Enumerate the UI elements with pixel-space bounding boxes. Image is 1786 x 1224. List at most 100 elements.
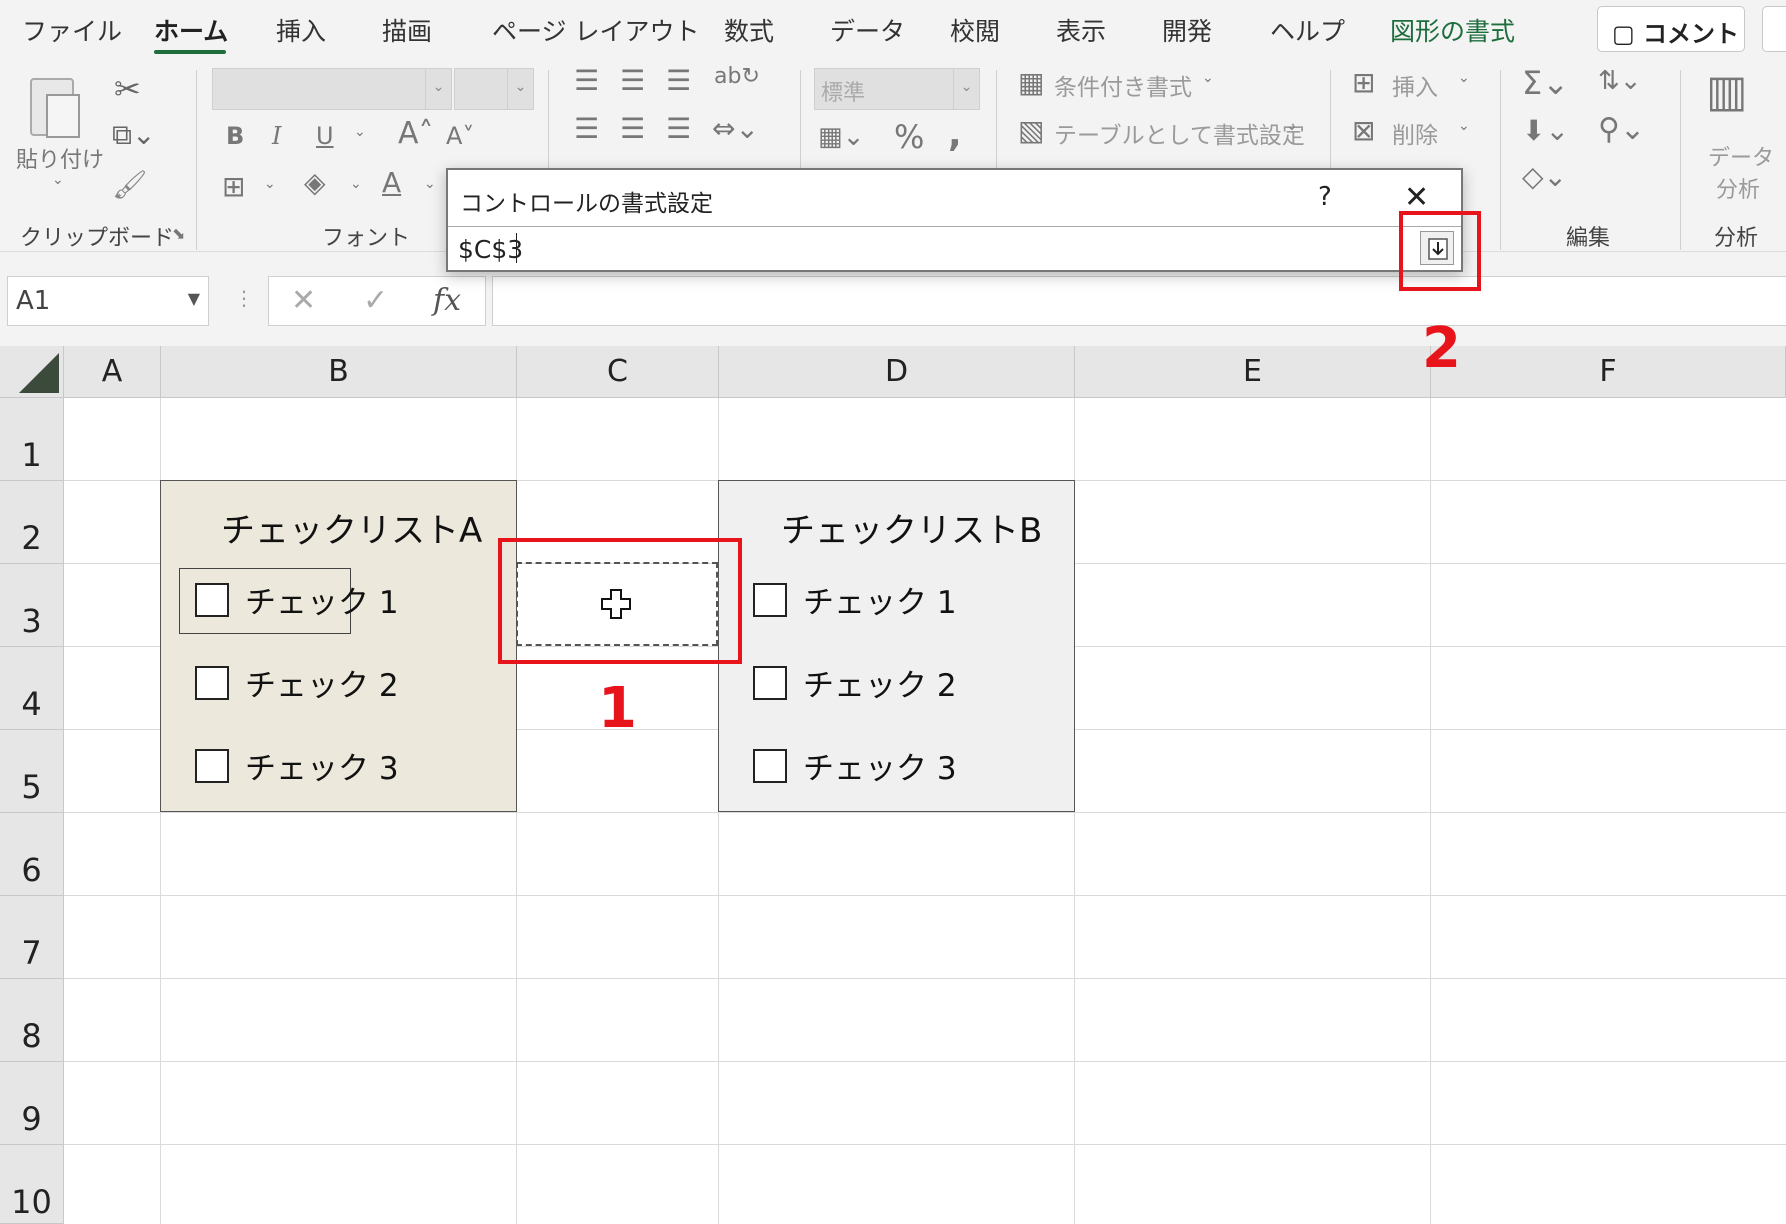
function-icon[interactable]: fx: [433, 283, 461, 318]
tab-insert[interactable]: 挿入: [276, 12, 326, 48]
enter-icon[interactable]: ✓: [363, 283, 388, 318]
format-painter-icon[interactable]: 🖌: [112, 168, 148, 201]
find-icon[interactable]: ⚲⌄: [1598, 112, 1645, 147]
column-header-d[interactable]: D: [719, 346, 1075, 398]
select-all-corner[interactable]: [0, 346, 64, 398]
font-color-icon[interactable]: A: [382, 166, 401, 199]
insert-cells-icon[interactable]: ⊞: [1352, 66, 1375, 99]
conditional-format-label[interactable]: 条件付き書式: [1054, 68, 1192, 102]
tab-developer[interactable]: 開発: [1162, 12, 1212, 48]
insert-cells-label[interactable]: 挿入: [1392, 68, 1438, 102]
close-icon[interactable]: ✕: [1404, 180, 1429, 215]
format-control-dialog[interactable]: コントロールの書式設定 ? ✕ $C$3: [446, 168, 1463, 272]
checklist-b-group[interactable]: チェックリストB チェック 1 チェック 2 チェック 3: [718, 480, 1075, 812]
tab-page-layout[interactable]: ページ レイアウト: [492, 12, 699, 48]
checkbox-icon[interactable]: [195, 749, 229, 783]
italic-icon[interactable]: I: [272, 122, 281, 150]
autosum-icon[interactable]: Σ⌄: [1522, 64, 1569, 102]
row-header-5[interactable]: 5: [0, 730, 64, 813]
chevron-down-icon[interactable]: ⌄: [1458, 118, 1470, 134]
delete-cells-label[interactable]: 削除: [1392, 116, 1438, 150]
data-analysis-label-1[interactable]: データ: [1708, 140, 1774, 172]
chevron-down-icon[interactable]: ▼: [188, 289, 200, 308]
align-bottom-icon[interactable]: ☰: [666, 64, 691, 97]
row-header-3[interactable]: 3: [0, 564, 64, 647]
chevron-down-icon[interactable]: ⌄: [1202, 70, 1214, 86]
column-header-a[interactable]: A: [64, 346, 161, 398]
data-analysis-icon[interactable]: ▥: [1706, 66, 1748, 117]
tab-shape-format[interactable]: 図形の書式: [1390, 12, 1515, 48]
chevron-down-icon[interactable]: ⌄: [1286, 118, 1298, 134]
column-header-c[interactable]: C: [517, 346, 719, 398]
align-middle-icon[interactable]: ☰: [620, 64, 645, 97]
tab-help[interactable]: ヘルプ: [1270, 12, 1345, 48]
chevron-down-icon[interactable]: ⌄: [350, 176, 362, 192]
column-header-b[interactable]: B: [161, 346, 517, 398]
chevron-down-icon[interactable]: ⌄: [354, 124, 366, 140]
checkbox-icon[interactable]: [195, 583, 229, 617]
tab-draw[interactable]: 描画: [382, 12, 432, 48]
row-header-4[interactable]: 4: [0, 647, 64, 730]
row-header-10[interactable]: 10: [0, 1145, 64, 1224]
fill-icon[interactable]: ⬇⌄: [1522, 114, 1569, 147]
sort-filter-icon[interactable]: ⇅⌄: [1598, 66, 1642, 96]
share-button[interactable]: [1762, 6, 1786, 52]
row-header-8[interactable]: 8: [0, 979, 64, 1062]
row-header-7[interactable]: 7: [0, 896, 64, 979]
align-center-icon[interactable]: ☰: [620, 112, 645, 145]
decrease-font-icon[interactable]: A˅: [446, 122, 474, 150]
cell-link-input[interactable]: $C$3: [448, 226, 1461, 270]
checkbox-icon[interactable]: [753, 749, 787, 783]
row-header-9[interactable]: 9: [0, 1062, 64, 1145]
copy-icon[interactable]: ⧉⌄: [112, 118, 155, 152]
comma-style-icon[interactable]: ,: [948, 114, 962, 155]
align-right-icon[interactable]: ☰: [666, 112, 691, 145]
accounting-format-icon[interactable]: ▦⌄: [818, 122, 864, 152]
checkbox-icon[interactable]: [753, 666, 787, 700]
chevron-down-icon[interactable]: ⌄: [1458, 70, 1470, 86]
delete-cells-icon[interactable]: ⊠: [1352, 114, 1375, 147]
name-box[interactable]: A1 ▼: [7, 276, 209, 326]
tab-home[interactable]: ホーム: [154, 12, 228, 48]
data-analysis-label-2[interactable]: 分析: [1716, 172, 1760, 204]
column-header-e[interactable]: E: [1075, 346, 1431, 398]
tab-review[interactable]: 校閲: [950, 12, 1000, 48]
font-size-combo[interactable]: ⌄: [454, 68, 534, 110]
row-header-2[interactable]: 2: [0, 481, 64, 564]
clear-icon[interactable]: ◇⌄: [1522, 160, 1567, 193]
border-icon[interactable]: ⊞: [222, 170, 245, 203]
checkbox-icon[interactable]: [195, 666, 229, 700]
font-name-combo[interactable]: ⌄: [212, 68, 452, 110]
tab-file[interactable]: ファイル: [22, 12, 122, 48]
clipboard-launcher-icon[interactable]: ⬊: [172, 224, 185, 243]
formula-input[interactable]: [492, 276, 1786, 326]
help-button[interactable]: ?: [1318, 182, 1332, 212]
table-format-icon[interactable]: ▧: [1018, 114, 1044, 147]
paste-label[interactable]: 貼り付け: [16, 142, 104, 174]
cancel-icon[interactable]: ✕: [291, 283, 316, 318]
increase-font-icon[interactable]: A˄: [398, 116, 434, 151]
cut-icon[interactable]: ✂: [114, 70, 141, 108]
checkbox-icon[interactable]: [753, 583, 787, 617]
text-orientation-icon[interactable]: ab↻: [714, 64, 760, 89]
row-header-1[interactable]: 1: [0, 398, 64, 481]
align-left-icon[interactable]: ☰: [574, 112, 599, 145]
column-header-f[interactable]: F: [1431, 346, 1786, 398]
comment-button[interactable]: ▢ コメント: [1597, 6, 1745, 52]
chevron-down-icon[interactable]: ⌄: [264, 176, 276, 192]
tab-formulas[interactable]: 数式: [724, 12, 774, 48]
tab-data[interactable]: データ: [830, 12, 905, 48]
paste-icon[interactable]: [30, 78, 80, 138]
fill-color-icon[interactable]: ◈: [304, 166, 326, 199]
paste-dropdown-icon[interactable]: ⌄: [52, 172, 64, 188]
percent-icon[interactable]: %: [894, 118, 924, 156]
chevron-down-icon[interactable]: ⌄: [424, 176, 436, 192]
bold-icon[interactable]: B: [226, 122, 244, 150]
row-header-6[interactable]: 6: [0, 813, 64, 896]
merge-center-icon[interactable]: ⇔⌄: [712, 112, 759, 145]
number-format-combo[interactable]: 標準 ⌄: [814, 68, 980, 110]
table-format-label[interactable]: テーブルとして書式設定: [1054, 116, 1305, 150]
conditional-format-icon[interactable]: ▦: [1018, 66, 1044, 99]
align-top-icon[interactable]: ☰: [574, 64, 599, 97]
checklist-a-group[interactable]: チェックリストA チェック 1 チェック 2 チェック 3: [160, 480, 517, 812]
